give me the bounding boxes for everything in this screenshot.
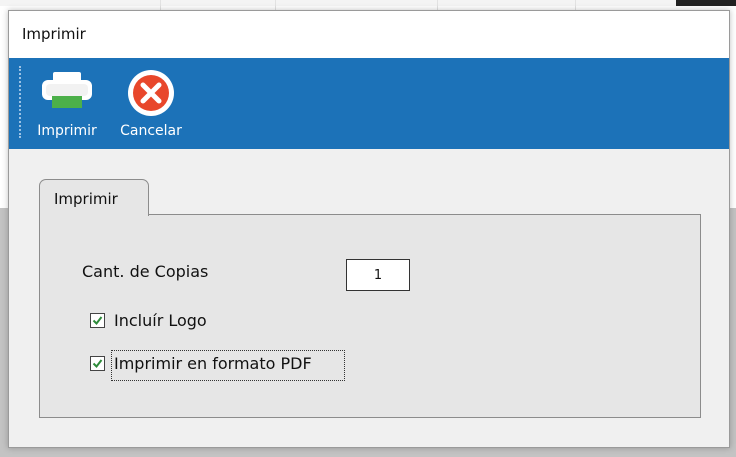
print-button[interactable]: Imprimir <box>31 62 103 146</box>
dialog-titlebar[interactable]: Imprimir <box>9 11 729 58</box>
tab-imprimir[interactable]: Imprimir <box>39 179 149 216</box>
cancel-icon <box>126 68 176 122</box>
copies-input[interactable] <box>346 259 410 291</box>
include-logo-checkbox[interactable] <box>90 313 105 328</box>
printer-icon <box>40 72 94 116</box>
toolbar-ribbon: Imprimir Cancelar <box>9 58 729 149</box>
pdf-format-label[interactable]: Imprimir en formato PDF <box>114 354 312 373</box>
background-header-row <box>0 0 736 6</box>
pdf-format-checkbox[interactable] <box>90 356 105 371</box>
dialog-title: Imprimir <box>22 25 86 43</box>
print-dialog: Imprimir Imprimir Cancelar Imprimir Cant… <box>8 10 730 448</box>
include-logo-label[interactable]: Incluír Logo <box>114 311 207 330</box>
background-dark-strip <box>676 0 736 6</box>
cancel-button[interactable]: Cancelar <box>115 62 187 146</box>
tab-label: Imprimir <box>54 190 118 208</box>
print-button-label: Imprimir <box>37 123 97 139</box>
check-icon <box>92 316 103 326</box>
check-icon <box>92 359 103 369</box>
toolbar-grip[interactable] <box>19 66 21 138</box>
cancel-button-label: Cancelar <box>120 123 182 139</box>
copies-label: Cant. de Copias <box>82 262 209 281</box>
